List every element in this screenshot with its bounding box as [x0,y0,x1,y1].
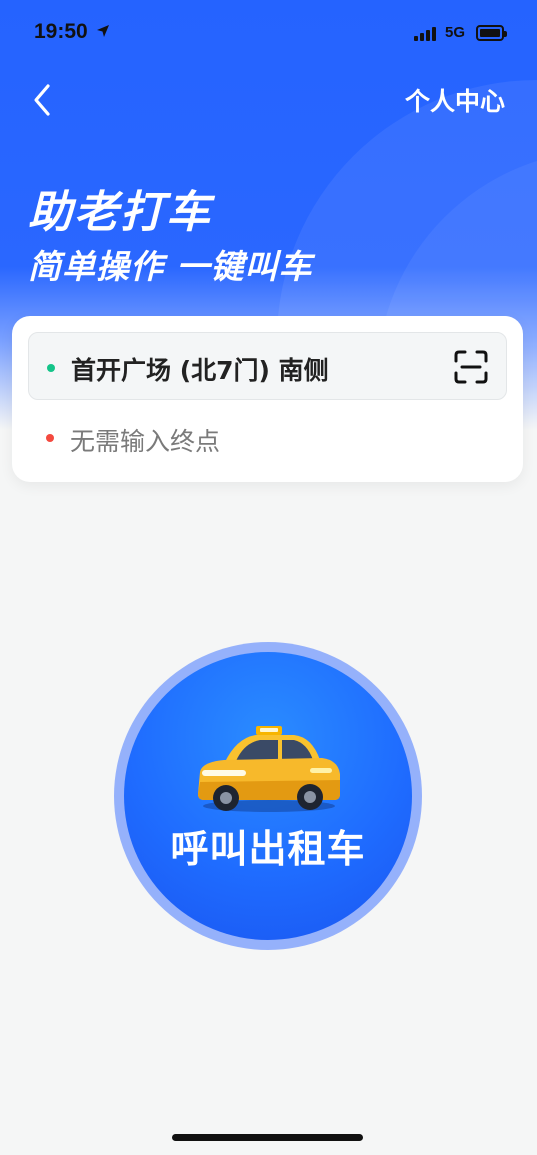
signal-icon [414,26,436,41]
destination-placeholder: 无需输入终点 [70,427,221,456]
address-card: 首开广场 (北7门) 南侧 无需输入终点 [12,316,523,482]
call-taxi-label: 呼叫出租车 [170,827,366,871]
personal-center-link[interactable]: 个人中心 [405,82,505,118]
pickup-dot [47,364,55,372]
network-type: 5G [445,24,466,41]
home-indicator[interactable] [172,1134,363,1141]
call-taxi-button[interactable]: 呼叫出租车 [124,652,412,940]
page-subtitle: 简单操作 一键叫车 [28,247,313,286]
page-title: 助老打车 [28,187,212,238]
chevron-left-icon[interactable] [26,80,62,120]
status-time: 19:50 [34,20,88,43]
pickup-location-text: 首开广场 (北7门) 南侧 [71,356,329,385]
taxi-icon [198,726,340,812]
destination-dot [46,434,54,442]
location-arrow-icon [97,25,109,37]
destination-field[interactable]: 无需输入终点 [28,412,507,464]
scan-icon[interactable] [454,350,488,384]
status-bar: 19:50 5G [0,0,537,66]
pickup-location-field[interactable]: 首开广场 (北7门) 南侧 [28,332,507,400]
battery-icon [476,25,507,41]
